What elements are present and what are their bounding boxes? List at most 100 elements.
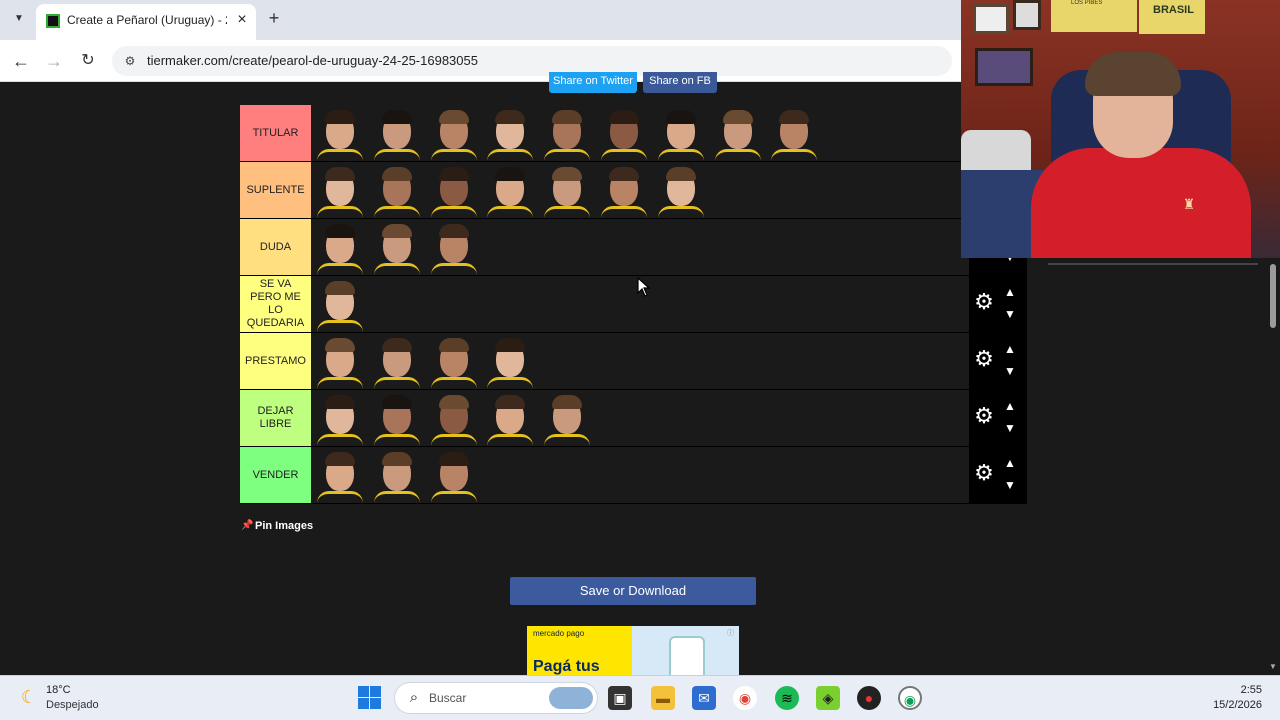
- player-card[interactable]: [313, 335, 367, 389]
- gear-icon[interactable]: ⚙: [973, 348, 995, 370]
- player-card[interactable]: [370, 164, 424, 218]
- chevron-down-icon[interactable]: ▼: [1003, 421, 1017, 435]
- player-card[interactable]: [427, 107, 481, 161]
- webcam-overlay: LOS PIBES BRASIL ♜: [961, 0, 1280, 258]
- chevron-up-icon[interactable]: ▲: [1003, 399, 1017, 413]
- save-or-download-button[interactable]: Save or Download: [510, 577, 756, 605]
- player-shirt: [374, 206, 420, 218]
- player-card[interactable]: [711, 107, 765, 161]
- tab-close-icon[interactable]: ×: [233, 10, 251, 30]
- player-card[interactable]: [483, 164, 537, 218]
- site-info-icon[interactable]: ⚙: [122, 52, 138, 70]
- moon-weather-icon[interactable]: ☾: [18, 686, 40, 708]
- reload-icon[interactable]: ↻: [76, 49, 100, 73]
- file-explorer-icon[interactable]: ▬: [651, 686, 675, 710]
- player-card[interactable]: [370, 107, 424, 161]
- forward-arrow-icon[interactable]: →: [42, 49, 66, 73]
- weather-description[interactable]: Despejado: [46, 699, 99, 711]
- player-card[interactable]: [370, 449, 424, 503]
- tier-items[interactable]: [311, 105, 969, 161]
- ad-info-icon[interactable]: ⓘ: [727, 628, 735, 637]
- player-card[interactable]: [483, 107, 537, 161]
- tier-items[interactable]: [311, 333, 969, 389]
- player-shirt: [374, 149, 420, 161]
- obs-icon[interactable]: ●: [857, 686, 881, 710]
- tier-items[interactable]: [311, 219, 969, 275]
- player-card[interactable]: [370, 335, 424, 389]
- tier-label[interactable]: TITULAR: [240, 105, 311, 161]
- player-card[interactable]: [597, 164, 651, 218]
- chevron-up-icon[interactable]: ▲: [1003, 342, 1017, 356]
- player-card[interactable]: [483, 392, 537, 446]
- player-card[interactable]: [540, 392, 594, 446]
- gear-icon[interactable]: ⚙: [973, 405, 995, 427]
- tier-items[interactable]: [311, 390, 969, 446]
- windows-start-icon[interactable]: [358, 686, 382, 710]
- player-card[interactable]: [313, 278, 367, 332]
- clock-time[interactable]: 2:55: [1226, 684, 1262, 696]
- player-card[interactable]: [767, 107, 821, 161]
- scrollbar-thumb[interactable]: [1270, 264, 1276, 328]
- taskbar-search-box[interactable]: ⌕ Buscar: [394, 682, 598, 714]
- player-card[interactable]: [540, 164, 594, 218]
- new-tab-icon[interactable]: +: [264, 8, 284, 28]
- gear-icon[interactable]: ⚙: [973, 462, 995, 484]
- player-card[interactable]: [313, 392, 367, 446]
- player-card[interactable]: [427, 221, 481, 275]
- tier-label[interactable]: VENDER: [240, 447, 311, 503]
- tier-label[interactable]: DEJAR LIBRE: [240, 390, 311, 446]
- player-card[interactable]: [427, 164, 481, 218]
- weather-temperature[interactable]: 18°C: [46, 684, 71, 696]
- player-shirt: [715, 149, 761, 161]
- player-card[interactable]: [313, 449, 367, 503]
- player-card[interactable]: [654, 164, 708, 218]
- scroll-down-icon[interactable]: ▼: [1268, 662, 1278, 672]
- tier-label[interactable]: PRESTAMO: [240, 333, 311, 389]
- tier-items[interactable]: [311, 447, 969, 503]
- tier-row: PRESTAMO ⚙ ▲ ▼: [240, 333, 1027, 390]
- chrome-profile-icon[interactable]: ◉: [898, 686, 922, 710]
- gear-icon[interactable]: ⚙: [973, 291, 995, 313]
- player-card[interactable]: [313, 164, 367, 218]
- ad-headline: Pagá tus: [533, 658, 600, 675]
- chevron-up-icon[interactable]: ▲: [1003, 456, 1017, 470]
- back-arrow-icon[interactable]: ←: [9, 49, 33, 73]
- task-view-icon[interactable]: ▣: [608, 686, 632, 710]
- chrome-icon[interactable]: ◉: [733, 686, 757, 710]
- chevron-down-icon[interactable]: ▼: [1003, 364, 1017, 378]
- chevron-up-icon[interactable]: ▲: [1003, 285, 1017, 299]
- player-hair: [382, 167, 412, 181]
- player-card[interactable]: [370, 221, 424, 275]
- player-card[interactable]: [483, 335, 537, 389]
- player-card[interactable]: [427, 449, 481, 503]
- outlook-icon[interactable]: ✉: [692, 686, 716, 710]
- chevron-down-icon[interactable]: ▼: [1003, 307, 1017, 321]
- pin-images-label: Pin Images: [255, 520, 314, 532]
- player-card[interactable]: [597, 107, 651, 161]
- player-card[interactable]: [313, 221, 367, 275]
- player-card[interactable]: [427, 335, 481, 389]
- tier-label[interactable]: DUDA: [240, 219, 311, 275]
- share-twitter-button[interactable]: Share on Twitter: [549, 72, 637, 93]
- player-shirt: [544, 149, 590, 161]
- bluestacks-icon[interactable]: ◈: [816, 686, 840, 710]
- browser-tab[interactable]: Create a Peñarol (Uruguay) - 20 ×: [36, 4, 256, 40]
- tier-items[interactable]: [311, 162, 969, 218]
- page-scrollbar[interactable]: ▼: [1265, 258, 1280, 675]
- share-facebook-button[interactable]: Share on FB: [643, 72, 717, 93]
- browser-toolbar: ← → ↻ ⚙ tiermaker.com/create/pearol-de-u…: [0, 40, 961, 82]
- address-bar[interactable]: ⚙ tiermaker.com/create/pearol-de-uruguay…: [112, 46, 952, 76]
- player-card[interactable]: [540, 107, 594, 161]
- player-card[interactable]: [654, 107, 708, 161]
- tier-label[interactable]: SE VA PERO ME LO QUEDARIA: [240, 276, 311, 332]
- player-shirt: [317, 491, 363, 503]
- chevron-down-icon[interactable]: ▼: [1003, 478, 1017, 492]
- player-card[interactable]: [313, 107, 367, 161]
- clock-date[interactable]: 15/2/2026: [1198, 699, 1262, 711]
- player-card[interactable]: [427, 392, 481, 446]
- player-card[interactable]: [370, 392, 424, 446]
- tab-search-icon[interactable]: ▼: [8, 8, 30, 30]
- tier-label[interactable]: SUPLENTE: [240, 162, 311, 218]
- spotify-icon[interactable]: ≋: [775, 686, 799, 710]
- advertisement-banner[interactable]: mercado pago Pagá tus ⓘ: [527, 626, 739, 676]
